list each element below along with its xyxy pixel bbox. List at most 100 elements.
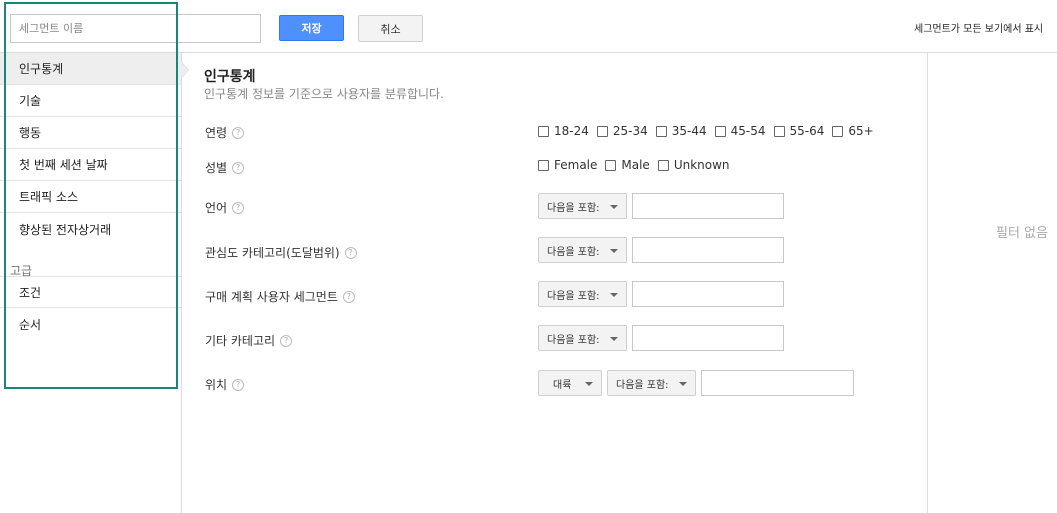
help-icon[interactable]: ?	[232, 201, 245, 214]
checkbox-label: 18-24	[554, 124, 589, 138]
sidebar-item-traffic-sources[interactable]: 트래픽 소스	[0, 181, 181, 213]
sidebar-item-label: 기술	[19, 94, 42, 108]
location-scope-dropdown[interactable]: 대륙	[538, 370, 602, 396]
checkbox-label: Male	[621, 158, 650, 172]
sidebar-item-first-session-date[interactable]: 첫 번째 세션 날짜	[0, 149, 181, 181]
language-operator-dropdown[interactable]: 다음을 포함:	[538, 193, 627, 219]
in-market-row-label: 구매 계획 사용자 세그먼트 ?	[205, 288, 355, 305]
sidebar-item-label: 조건	[19, 285, 42, 300]
page-title: 인구통계	[204, 69, 256, 85]
language-value-input[interactable]	[632, 193, 784, 219]
sidebar-item-technology[interactable]: 기술	[0, 85, 181, 117]
sidebar-item-demographics[interactable]: 인구통계	[0, 53, 181, 85]
chevron-down-icon	[610, 205, 618, 209]
checkbox[interactable]	[655, 125, 667, 137]
segment-category-sidebar: 인구통계 기술 행동 첫 번째 세션 날짜 트래픽 소스 향상된 전자상거래 고…	[0, 53, 182, 513]
language-label: 언어	[205, 201, 228, 215]
checkbox-label: 45-54	[730, 124, 766, 138]
other-category-label: 기타 카테고리	[205, 334, 276, 348]
sidebar-item-label: 순서	[19, 317, 42, 332]
checkbox[interactable]	[596, 125, 608, 137]
age-option-18-24[interactable]: 18-24	[538, 124, 589, 138]
affinity-value-input[interactable]	[632, 237, 784, 263]
dropdown-value: 다음을 포함:	[547, 290, 600, 302]
other-category-operator-dropdown[interactable]: 다음을 포함:	[538, 325, 627, 351]
segment-summary-panel	[927, 53, 1057, 513]
age-option-35-44[interactable]: 35-44	[655, 124, 707, 138]
age-option-55-64[interactable]: 55-64	[773, 124, 825, 138]
chevron-down-icon	[610, 337, 618, 341]
sidebar-item-label: 트래픽 소스	[19, 190, 79, 204]
age-option-65-plus[interactable]: 65+	[832, 124, 874, 138]
age-row-label: 연령 ?	[205, 124, 245, 141]
sidebar-item-conditions[interactable]: 조건	[0, 276, 181, 308]
checkbox-label: 65+	[848, 124, 874, 138]
sidebar-item-enhanced-ecommerce[interactable]: 향상된 전자상거래	[0, 213, 181, 245]
gender-option-female[interactable]: Female	[538, 158, 597, 172]
help-icon[interactable]: ?	[232, 378, 245, 391]
segment-name-input[interactable]	[10, 14, 261, 43]
help-icon[interactable]: ?	[280, 334, 293, 347]
checkbox[interactable]	[832, 125, 844, 137]
checkbox-label: Unknown	[673, 158, 730, 172]
segment-editor-topbar: 저장 취소 세그먼트가 모든 보기에서 표시	[0, 0, 1057, 53]
chevron-down-icon	[610, 249, 618, 253]
help-icon[interactable]: ?	[344, 246, 357, 259]
gender-options: Female Male Unknown	[538, 158, 738, 172]
checkbox[interactable]	[605, 159, 617, 171]
language-row-label: 언어 ?	[205, 199, 245, 216]
gender-row-label: 성별 ?	[205, 159, 245, 176]
location-operator-dropdown[interactable]: 다음을 포함:	[607, 370, 696, 396]
cancel-button[interactable]: 취소	[358, 15, 423, 42]
checkbox[interactable]	[657, 159, 669, 171]
in-market-operator-dropdown[interactable]: 다음을 포함:	[538, 281, 627, 307]
in-market-label: 구매 계획 사용자 세그먼트	[205, 290, 338, 304]
gender-label: 성별	[205, 161, 228, 175]
location-row-label: 위치 ?	[205, 376, 245, 393]
visibility-note[interactable]: 세그먼트가 모든 보기에서 표시	[914, 20, 1043, 35]
sidebar-item-behavior[interactable]: 행동	[0, 117, 181, 149]
summary-empty-text: 필터 없음	[996, 226, 1048, 241]
age-option-45-54[interactable]: 45-54	[714, 124, 766, 138]
sidebar-item-sequences[interactable]: 순서	[0, 308, 181, 340]
checkbox-label: 35-44	[671, 124, 707, 138]
help-icon[interactable]: ?	[232, 161, 245, 174]
sidebar-item-label: 행동	[19, 126, 42, 140]
location-label: 위치	[205, 378, 228, 392]
age-options: 18-24 25-34 35-44 45-54 55-64 65+	[538, 124, 882, 138]
chevron-down-icon	[679, 382, 687, 386]
dropdown-value: 다음을 포함:	[616, 379, 669, 391]
dropdown-value: 다음을 포함:	[547, 202, 600, 214]
checkbox[interactable]	[538, 125, 549, 137]
age-option-25-34[interactable]: 25-34	[596, 124, 648, 138]
dropdown-value: 대륙	[553, 379, 572, 391]
save-button[interactable]: 저장	[279, 15, 344, 41]
affinity-label: 관심도 카테고리(도달범위)	[205, 246, 340, 260]
checkbox[interactable]	[773, 125, 785, 137]
checkbox-label: 25-34	[612, 124, 648, 138]
gender-option-unknown[interactable]: Unknown	[657, 158, 730, 172]
sidebar-item-label: 향상된 전자상거래	[19, 222, 112, 237]
other-category-row-label: 기타 카테고리 ?	[205, 332, 293, 349]
page-subtitle: 인구통계 정보를 기준으로 사용자를 분류합니다.	[204, 87, 444, 101]
affinity-operator-dropdown[interactable]: 다음을 포함:	[538, 237, 627, 263]
checkbox-label: 55-64	[789, 124, 825, 138]
active-item-pointer-fill	[181, 62, 188, 78]
help-icon[interactable]: ?	[342, 290, 355, 303]
other-category-value-input[interactable]	[632, 325, 784, 351]
affinity-row-label: 관심도 카테고리(도달범위) ?	[205, 244, 357, 261]
chevron-down-icon	[610, 293, 618, 297]
chevron-down-icon	[585, 382, 593, 386]
in-market-value-input[interactable]	[632, 281, 784, 307]
help-icon[interactable]: ?	[232, 126, 245, 139]
checkbox[interactable]	[538, 159, 549, 171]
dropdown-value: 다음을 포함:	[547, 334, 600, 346]
sidebar-item-label: 첫 번째 세션 날짜	[19, 158, 108, 172]
location-value-input[interactable]	[701, 370, 854, 396]
gender-option-male[interactable]: Male	[605, 158, 650, 172]
sidebar-item-label: 인구통계	[19, 62, 64, 76]
checkbox[interactable]	[714, 125, 726, 137]
dropdown-value: 다음을 포함:	[547, 246, 600, 258]
age-label: 연령	[205, 126, 228, 140]
checkbox-label: Female	[554, 158, 598, 172]
